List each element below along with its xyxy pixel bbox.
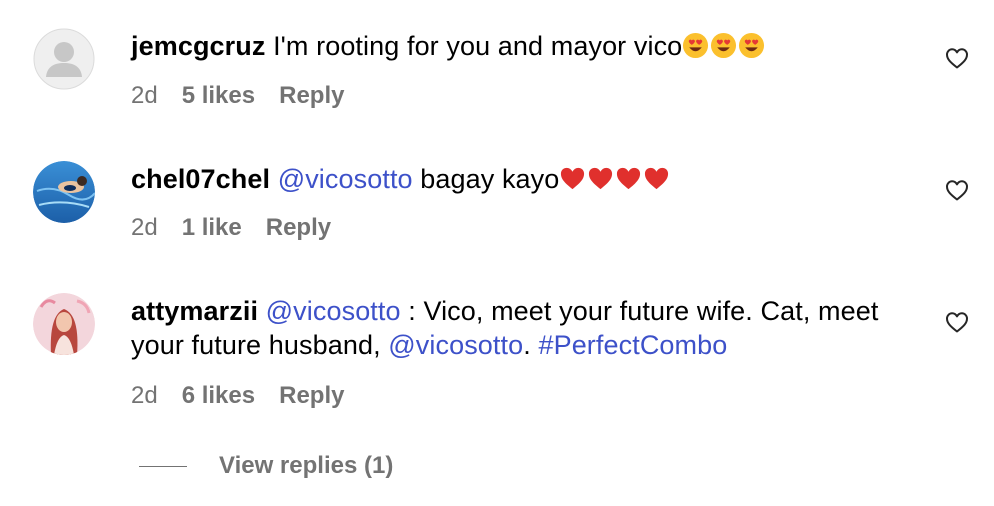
comment-text: I'm rooting for you and mayor vico <box>273 31 683 61</box>
heart-eyes-emoji-icon <box>683 32 709 59</box>
default-avatar-icon <box>33 28 95 90</box>
reply-button[interactable]: Reply <box>266 214 331 241</box>
view-replies-button[interactable]: View replies (1) <box>139 450 393 482</box>
red-heart-emoji-icon <box>561 167 585 190</box>
mention-link[interactable]: @vicosotto <box>278 164 413 194</box>
comment-text-punctuation: . <box>523 330 531 360</box>
comment-meta: 2d 5 likes Reply <box>131 81 368 111</box>
comment-username[interactable]: jemcgcruz <box>131 31 265 61</box>
like-heart-icon[interactable] <box>945 179 969 201</box>
comment-username[interactable]: chel07chel <box>131 164 270 194</box>
comment-time: 2d <box>131 382 158 409</box>
comment-body: attymarzii @vicosotto : Vico, meet your … <box>131 294 914 362</box>
comment-likes[interactable]: 1 like <box>182 214 242 241</box>
avatar-default[interactable] <box>33 28 95 90</box>
red-heart-emoji-icon <box>617 167 641 190</box>
comment-likes[interactable]: 5 likes <box>182 82 255 109</box>
reply-button[interactable]: Reply <box>279 382 344 409</box>
reply-button[interactable]: Reply <box>279 82 344 109</box>
comment-meta: 2d 6 likes Reply <box>131 381 368 411</box>
heart-eyes-emoji-icon <box>711 32 737 59</box>
comment-body: chel07chel @vicosotto bagay kayo <box>131 162 914 196</box>
comment-time: 2d <box>131 214 158 241</box>
like-heart-icon[interactable] <box>945 47 969 69</box>
hashtag-link[interactable]: #PerfectCombo <box>538 330 727 360</box>
like-heart-icon[interactable] <box>945 311 969 333</box>
comment-time: 2d <box>131 82 158 109</box>
comment-meta: 2d 1 like Reply <box>131 213 355 243</box>
comment-body: jemcgcruz I'm rooting for you and mayor … <box>131 29 914 63</box>
view-replies-label: View replies (1) <box>219 452 394 479</box>
comment-username[interactable]: attymarzii <box>131 296 258 326</box>
avatar-chel07chel[interactable] <box>33 161 95 223</box>
comment-likes[interactable]: 6 likes <box>182 382 255 409</box>
comment-text: bagay kayo <box>420 164 560 194</box>
profile-photo-icon <box>33 293 95 355</box>
red-heart-emoji-icon <box>645 167 669 190</box>
view-replies-divider <box>139 465 187 467</box>
mention-link[interactable]: @vicosotto <box>388 330 523 360</box>
heart-eyes-emoji-icon <box>739 32 765 59</box>
avatar-attymarzii[interactable] <box>33 293 95 355</box>
mention-link[interactable]: @vicosotto <box>266 296 401 326</box>
red-heart-emoji-icon <box>589 167 613 190</box>
profile-photo-icon <box>33 161 95 223</box>
